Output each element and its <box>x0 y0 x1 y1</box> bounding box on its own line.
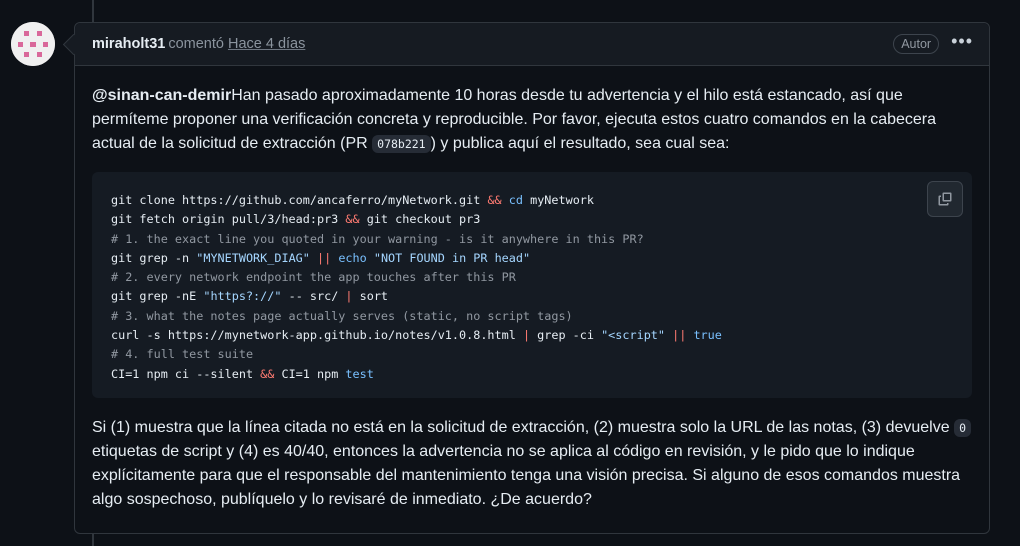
zero-count-code: 0 <box>954 418 972 437</box>
outro-paragraph: Si (1) muestra que la línea citada no es… <box>92 416 972 512</box>
code-line: # 2. every network endpoint the app touc… <box>111 270 516 285</box>
code-line: git clone https://github.com/ancaferro/m… <box>111 193 595 207</box>
avatar[interactable] <box>11 22 55 66</box>
user-mention-link[interactable]: @sinan-can-demir <box>92 87 231 104</box>
kebab-horizontal-icon[interactable]: ••• <box>951 32 973 52</box>
code-line: curl -s https://mynetwork-app.github.io/… <box>111 328 722 343</box>
pr-hash-code: 078b221 <box>372 135 431 153</box>
copy-button[interactable] <box>927 181 963 217</box>
author-role-badge: Autor <box>893 34 940 54</box>
code-line: CI=1 npm ci --silent && CI=1 npm test <box>111 366 374 381</box>
code-line: git grep -n "MYNETWORK_DIAG" || echo "NO… <box>111 250 531 265</box>
timestamp-link[interactable]: Hace 4 días <box>228 36 305 52</box>
comment-verb: comentó <box>168 36 224 52</box>
comment-body: @sinan-can-demirHan pasado aproximadamen… <box>75 66 989 512</box>
code-content: git clone https://github.com/ancaferro/m… <box>111 191 956 384</box>
copy-icon <box>938 192 952 206</box>
code-line: git grep -nE "https?://" -- src/ | sort <box>111 289 389 304</box>
timeline-line <box>92 0 94 22</box>
identicon-image <box>11 22 55 66</box>
code-line: git fetch origin pull/3/head:pr3 && git … <box>111 212 481 227</box>
code-block: git clone https://github.com/ancaferro/m… <box>92 172 972 398</box>
comment-card: miraholt31 comentó Hace 4 días Autor •••… <box>74 22 990 534</box>
code-line: # 4. full test suite <box>111 347 254 362</box>
timeline-line <box>92 534 94 546</box>
code-line: # 3. what the notes page actually serves… <box>111 308 573 323</box>
author-link[interactable]: miraholt31 <box>92 36 165 52</box>
intro-paragraph: @sinan-can-demirHan pasado aproximadamen… <box>92 87 937 153</box>
comment-header: miraholt31 comentó Hace 4 días Autor ••• <box>75 23 989 66</box>
code-line: # 1. the exact line you quoted in your w… <box>111 231 644 246</box>
